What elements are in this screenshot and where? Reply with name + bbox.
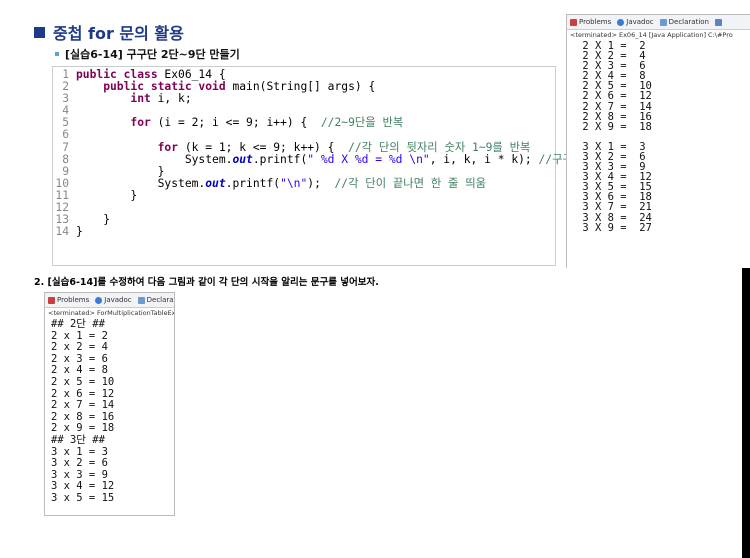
code-lines: public class Ex06_14 { public static voi… bbox=[76, 68, 611, 238]
tab-problems[interactable]: Problems bbox=[48, 296, 89, 304]
code-token: } bbox=[76, 164, 165, 178]
problems-icon bbox=[48, 296, 55, 304]
tab-label: Declaration bbox=[668, 18, 709, 26]
tab-label: Problems bbox=[57, 296, 90, 304]
bullet-icon bbox=[55, 52, 59, 56]
code-line: } bbox=[76, 214, 611, 226]
code-token: (k = 1; k <= 9; k++) { bbox=[178, 140, 349, 154]
console-tabs: Problems Javadoc Declaration bbox=[567, 15, 750, 30]
tab-label: Declara bbox=[146, 296, 174, 304]
console-output: ## 2단 ## 2 x 1 = 22 x 2 = 42 x 3 = 62 x 4… bbox=[45, 318, 174, 505]
code-line: } bbox=[76, 226, 611, 238]
console-output: 2 X 1 = 2 2 X 2 = 4 2 X 3 = 6 2 X 4 = 8 … bbox=[567, 41, 750, 233]
exercise-prompt: 2. [실습6-14]를 수정하여 다음 그림과 같이 각 단의 시작을 알리는… bbox=[34, 274, 379, 288]
console-line: 2 x 5 = 10 bbox=[51, 375, 115, 388]
line-number-gutter: 1 2 3 4 5 6 7 8 9 10 11 12 13 14 bbox=[53, 68, 69, 239]
code-line: } bbox=[76, 188, 611, 202]
console-icon bbox=[715, 18, 722, 26]
slide-title: 중첩 for 문의 활용 bbox=[34, 20, 184, 44]
tab-problems[interactable]: Problems bbox=[570, 18, 611, 26]
tab-javadoc[interactable]: Javadoc bbox=[617, 18, 654, 26]
code-token: out bbox=[232, 152, 253, 166]
line-number: 6 bbox=[62, 128, 69, 142]
code-line: System.out.printf("\n"); //각 단이 끝나면 한 줄 … bbox=[76, 176, 611, 190]
code-token: System. bbox=[76, 152, 233, 166]
code-token: //2~9단을 반복 bbox=[320, 116, 404, 130]
code-token: .printf( bbox=[252, 152, 308, 166]
tab-javadoc[interactable]: Javadoc bbox=[95, 296, 132, 304]
code-token: .printf( bbox=[225, 176, 281, 190]
code-token: //각 단이 끝나면 한 줄 띄움 bbox=[334, 176, 487, 190]
console-panel-2: Problems Javadoc Declara <terminated> Fo… bbox=[44, 292, 175, 516]
code-editor[interactable]: 1 2 3 4 5 6 7 8 9 10 11 12 13 14 public class Ex06_14… bbox=[52, 66, 611, 266]
code-token: , i, k, i * k); bbox=[429, 152, 539, 166]
code-token: for bbox=[76, 116, 151, 130]
console-line: 3 x 2 = 6 bbox=[51, 457, 108, 470]
javadoc-icon bbox=[95, 296, 103, 304]
console-line: ## 3단 ## bbox=[51, 433, 105, 446]
code-line: for (i = 2; i <= 9; i++) { //2~9단을 반복 bbox=[76, 117, 611, 129]
code-token: } bbox=[76, 188, 138, 202]
console-line: 3 x 5 = 15 bbox=[51, 491, 115, 504]
page-edge bbox=[742, 268, 750, 558]
square-bullet-icon bbox=[34, 27, 45, 38]
console-line: ## 2단 ## bbox=[51, 318, 105, 330]
code-token: for bbox=[76, 140, 179, 154]
code-token: "\n" bbox=[280, 176, 308, 190]
console-line: 2 x 7 = 14 bbox=[51, 399, 115, 412]
javadoc-icon bbox=[617, 18, 625, 26]
tab-declaration[interactable]: Declara bbox=[137, 296, 174, 304]
console-tabs: Problems Javadoc Declara bbox=[45, 293, 174, 308]
problems-icon bbox=[570, 18, 577, 26]
console-line: 2 X 9 = 18 bbox=[576, 120, 652, 133]
slide-title-text: 중첩 for 문의 활용 bbox=[53, 24, 184, 43]
slide-subtitle: [실습6-14] 구구단 2단~9단 만들기 bbox=[55, 46, 240, 62]
code-token: public static void bbox=[76, 80, 226, 94]
lecture-slide: 중첩 for 문의 활용 [실습6-14] 구구단 2단~9단 만들기 1234… bbox=[0, 0, 750, 268]
slide-subtitle-text: [실습6-14] 구구단 2단~9단 만들기 bbox=[65, 48, 240, 61]
code-token: out bbox=[205, 176, 226, 190]
code-token: i, k; bbox=[150, 92, 192, 106]
declaration-icon bbox=[659, 18, 667, 26]
tab-label: Problems bbox=[579, 18, 612, 26]
tab-declaration[interactable]: Declaration bbox=[659, 18, 709, 26]
code-token: (i = 2; i <= 9; i++) { bbox=[150, 116, 321, 130]
code-token: int bbox=[76, 92, 151, 106]
tab-label: Javadoc bbox=[104, 296, 132, 304]
line-number: 14 bbox=[55, 225, 69, 239]
code-token: } bbox=[76, 213, 111, 227]
tab-label: Javadoc bbox=[626, 18, 654, 26]
declaration-icon bbox=[137, 296, 145, 304]
console-line: 3 X 7 = 21 bbox=[576, 201, 652, 214]
console-panel-1: Problems Javadoc Declaration <terminated… bbox=[566, 14, 750, 268]
console-line: 3 X 9 = 27 bbox=[576, 221, 652, 234]
line-number: 7 bbox=[62, 140, 69, 154]
code-token: public class bbox=[76, 68, 158, 81]
code-token: main(String[] args) { bbox=[225, 80, 376, 94]
code-line: int i, k; bbox=[76, 93, 611, 105]
code-token: ); bbox=[307, 176, 335, 190]
code-token: System. bbox=[76, 176, 206, 190]
code-token: } bbox=[76, 225, 83, 239]
tab-overflow[interactable] bbox=[715, 18, 724, 26]
line-number: 8 bbox=[62, 152, 69, 166]
code-token: " %d X %d = %d \n" bbox=[307, 152, 430, 166]
code-token: Ex06_14 { bbox=[157, 68, 226, 81]
code-token: //각 단의 뒷자리 숫자 1~9를 반복 bbox=[348, 140, 531, 154]
